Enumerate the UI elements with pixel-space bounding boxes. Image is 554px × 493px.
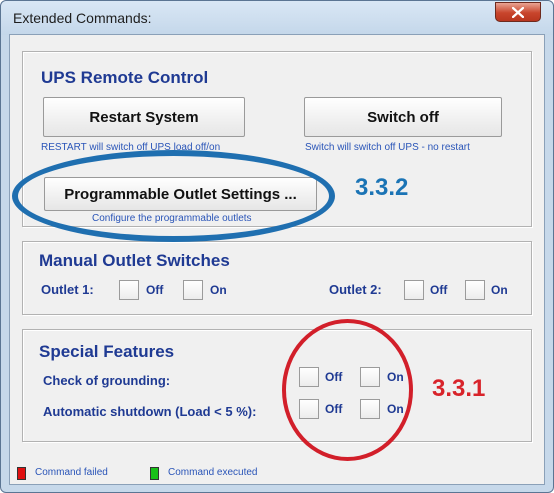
title-bar[interactable]: Extended Commands: [1, 1, 553, 35]
close-icon [512, 7, 524, 18]
switch-off-note: Switch will switch off UPS - no restart [305, 142, 470, 153]
annotation-label-3-3-2: 3.3.2 [355, 174, 409, 201]
dialog-client-area: UPS Remote Control Restart System RESTAR… [9, 34, 545, 485]
outlet-2-on-label: On [491, 283, 508, 297]
outlet-1-on-checkbox[interactable] [183, 280, 203, 300]
outlet-1-on-label: On [210, 283, 227, 297]
manual-outlet-switches-title: Manual Outlet Switches [39, 251, 230, 270]
command-failed-indicator [17, 467, 26, 480]
outlet-2-label: Outlet 2: [329, 282, 382, 297]
command-executed-label: Command executed [168, 467, 258, 478]
outlet-2-off-label: Off [430, 283, 448, 297]
switch-off-button[interactable]: Switch off [304, 97, 502, 137]
extended-commands-window: Extended Commands: UPS Remote Control Re… [0, 0, 554, 493]
outlet-1-off-checkbox[interactable] [119, 280, 139, 300]
annotation-label-3-3-1: 3.3.1 [432, 375, 486, 402]
ups-remote-control-title: UPS Remote Control [41, 68, 209, 87]
special-features-title: Special Features [39, 342, 175, 361]
outlet-1-off-label: Off [146, 283, 164, 297]
annotation-blue-ellipse [12, 150, 335, 242]
restart-system-button[interactable]: Restart System [43, 97, 245, 137]
command-failed-label: Command failed [35, 467, 108, 478]
outlet-1-label: Outlet 1: [41, 282, 94, 297]
manual-outlet-switches-group: Manual Outlet Switches Outlet 1: Off On … [22, 241, 532, 315]
check-of-grounding-label: Check of grounding: [43, 373, 171, 388]
outlet-2-on-checkbox[interactable] [465, 280, 485, 300]
outlet-2-off-checkbox[interactable] [404, 280, 424, 300]
annotation-red-ellipse [282, 319, 413, 461]
command-executed-indicator [150, 467, 159, 480]
automatic-shutdown-label: Automatic shutdown (Load < 5 %): [43, 404, 257, 419]
window-title: Extended Commands: [13, 10, 152, 26]
close-button[interactable] [495, 2, 541, 22]
